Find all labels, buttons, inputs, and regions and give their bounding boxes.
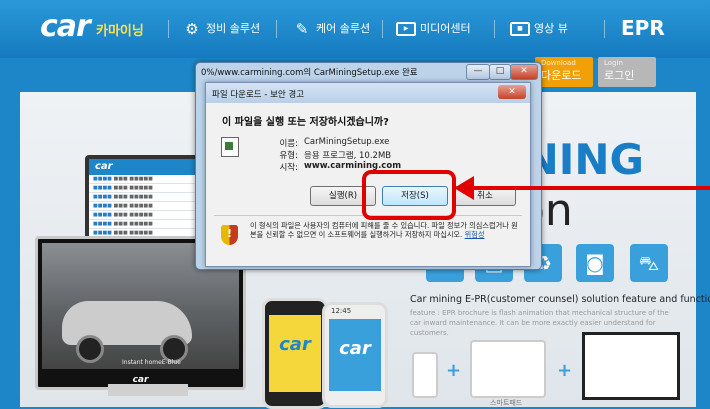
nav-separator xyxy=(604,20,605,38)
login-tab-small: Login xyxy=(604,59,623,67)
window-minimize-button[interactable]: — xyxy=(466,64,490,80)
phone-device: 12:45 car xyxy=(322,302,388,408)
file-icon xyxy=(221,137,239,157)
window-maximize-button[interactable]: □ xyxy=(489,64,511,80)
file-name-label: 이름: xyxy=(279,139,298,149)
download-tab-small: Download xyxy=(541,59,576,67)
file-from-label: 시작: xyxy=(279,163,298,173)
mini-tablet-device xyxy=(470,340,546,398)
phone-logo: car xyxy=(269,315,321,392)
warning-text-block: 이 형식의 파일은 사용자의 컴퓨터에 피해를 줄 수 있습니다. 파일 정보가… xyxy=(250,221,520,239)
dialog-close-button[interactable]: ✕ xyxy=(498,85,526,99)
nav-item-care[interactable]: ✎ 케어 솔루션 xyxy=(292,18,370,40)
note-icon: ✎ xyxy=(295,20,309,38)
site-logo[interactable]: car xyxy=(40,12,91,42)
download-tab[interactable]: Download 다운로드 xyxy=(535,57,593,87)
download-tab-label: 다운로드 xyxy=(541,69,582,82)
dialog-title: 파일 다운로드 - 보안 경고 xyxy=(212,90,305,100)
highlight-box xyxy=(362,170,456,220)
car-wheel xyxy=(76,335,104,363)
gears-icon: ⚙ xyxy=(185,20,199,38)
nav-item-maintenance[interactable]: ⚙ 정비 솔루션 xyxy=(182,18,260,40)
window-close-button[interactable]: ✕ xyxy=(510,64,538,80)
phone-device: car xyxy=(262,298,328,409)
car-icon[interactable]: ⛍ xyxy=(630,244,668,282)
monitor-stand xyxy=(108,384,188,396)
annotation-arrow-icon xyxy=(454,176,474,200)
monitor-caption: Instant homeE-Blue xyxy=(122,359,181,366)
risk-link[interactable]: 위험성 xyxy=(465,230,485,239)
plus-icon: + xyxy=(557,360,573,381)
video-icon: ■ xyxy=(510,22,530,36)
site-logo-sub: 카마이닝 xyxy=(96,24,144,39)
phone-logo: car xyxy=(329,319,381,391)
dialog-question: 이 파일을 실행 또는 저장하시겠습니까? xyxy=(222,117,389,128)
feature-title: Car mining E-PR(customer counsel) soluti… xyxy=(410,294,710,305)
login-tab[interactable]: Login 로그인 xyxy=(598,57,656,87)
login-tab-label: 로그인 xyxy=(604,69,635,82)
shield-warning-icon: ! xyxy=(221,225,238,245)
nav-separator xyxy=(494,20,495,38)
site-header: car 카마이닝 ⚙ 정비 솔루션 ✎ 케어 솔루션 ▶ 미디어센터 ■ 영상 … xyxy=(0,0,710,58)
file-type-value: 응용 프로그램, 10.2MB xyxy=(304,151,392,161)
nav-label: 영상 뷰 xyxy=(534,22,568,35)
nav-separator xyxy=(276,20,277,38)
file-type-label: 유형: xyxy=(279,151,298,161)
mini-phone-device xyxy=(412,352,438,398)
dialog-titlebar[interactable]: 파일 다운로드 - 보안 경고 ✕ xyxy=(206,83,530,103)
window-title: 0%/www.carmining.com의 CarMiningSetup.exe… xyxy=(201,68,418,78)
nav-item-epr[interactable]: EPR xyxy=(621,16,665,40)
nav-label: 정비 솔루션 xyxy=(206,22,261,35)
mini-monitor-device xyxy=(582,332,680,400)
nav-item-media[interactable]: ▶ 미디어센터 xyxy=(396,18,471,40)
nav-separator xyxy=(382,20,383,38)
camera-icon[interactable]: ◙ xyxy=(576,244,614,282)
file-name-value: CarMiningSetup.exe xyxy=(304,137,390,147)
nav-label: 미디어센터 xyxy=(420,22,471,35)
annotation-arrow-shaft xyxy=(470,186,710,190)
nav-label: 케어 솔루션 xyxy=(316,22,371,35)
nav-item-video[interactable]: ■ 영상 뷰 xyxy=(510,18,568,40)
nav-separator xyxy=(168,20,169,38)
plus-icon: + xyxy=(446,360,462,381)
media-icon: ▶ xyxy=(396,22,416,36)
phone-time: 12:45 xyxy=(331,307,352,315)
